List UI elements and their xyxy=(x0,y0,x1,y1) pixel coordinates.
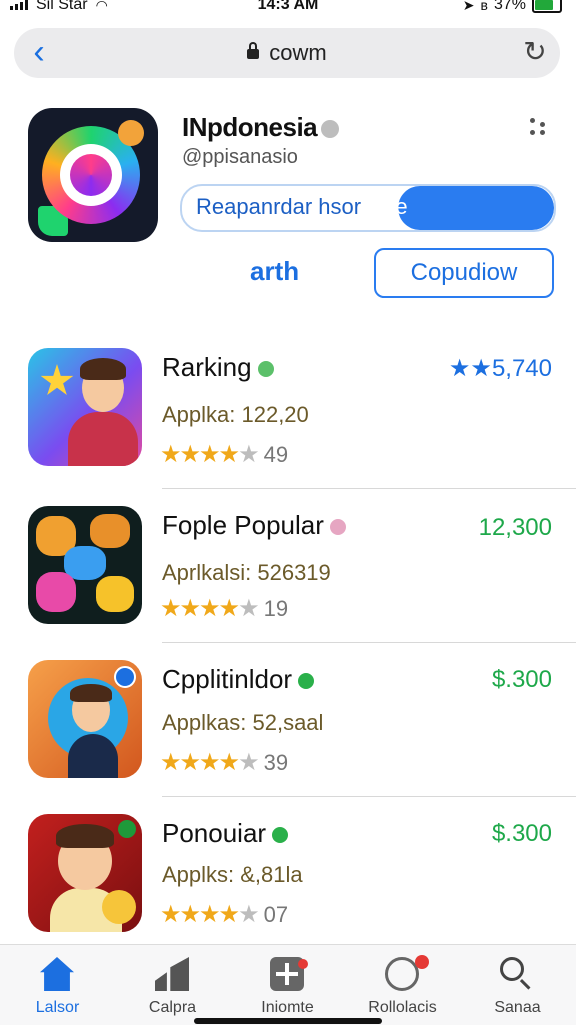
stars-icon: ★★★★★ xyxy=(160,441,260,468)
app-name: Cpplitinldor xyxy=(162,664,315,695)
app-icon xyxy=(28,814,142,932)
outline-button[interactable]: Copudiow xyxy=(374,248,554,298)
app-price: $.300 xyxy=(491,820,552,847)
app-name-text: Fople Popular xyxy=(162,510,324,540)
divider xyxy=(162,796,576,797)
stars-icon: ★★★★★ xyxy=(160,749,260,776)
app-icon xyxy=(28,348,142,466)
app-rating: ★★★★★ 19 xyxy=(160,594,288,623)
tag-icon xyxy=(298,673,315,690)
url-field[interactable]: cowm xyxy=(14,40,560,66)
stars-icon: ★★★★★ xyxy=(160,901,260,928)
lock-icon xyxy=(247,42,260,60)
notification-badge xyxy=(415,955,429,969)
featured-app-icon[interactable] xyxy=(28,108,158,242)
app-meta: Applka: 122,20 xyxy=(162,402,309,427)
tab-label: Sanaa xyxy=(494,999,541,1016)
address-bar[interactable]: ‹ cowm ↻ xyxy=(14,28,560,78)
tab-label: Calpra xyxy=(148,999,197,1016)
battery-percent: 37% xyxy=(493,0,526,13)
app-meta: Aprlkalsi: 526319 xyxy=(162,560,331,585)
app-meta: Applkas: 52,saal xyxy=(162,710,324,735)
rating-count: 49 xyxy=(263,442,289,467)
tab-charts[interactable]: Calpra xyxy=(115,945,230,1025)
notification-dot xyxy=(298,959,308,969)
rating-count: 07 xyxy=(263,902,289,927)
app-icon xyxy=(28,660,142,778)
battery-icon xyxy=(532,0,562,13)
app-name-text: Ponouiar xyxy=(162,818,267,848)
featured-app-developer: @ppisanasio xyxy=(182,146,298,168)
app-rating: ★★★★★ 39 xyxy=(160,748,288,777)
search-icon xyxy=(500,957,524,981)
app-rating: ★★★★★ 07 xyxy=(160,900,288,929)
stars-icon: ★★★★★ xyxy=(160,595,260,622)
more-options-icon[interactable] xyxy=(528,116,550,140)
install-text: Reapanrdar hsor xyxy=(196,194,362,219)
heart-icon xyxy=(329,519,346,536)
app-price: 12,300 xyxy=(478,514,552,541)
rating-count: 39 xyxy=(263,750,289,775)
tab-add[interactable]: Iniomte xyxy=(230,945,345,1025)
app-price: $.300 xyxy=(491,666,552,693)
app-name-text: Rarking xyxy=(162,352,252,382)
globe-icon xyxy=(385,957,419,991)
app-name-text: Cpplitinldor xyxy=(162,664,293,694)
app-meta: Applks: &,81la xyxy=(162,862,303,887)
tab-bar: Lalsor Calpra Iniomte Rollolacis Sanaa xyxy=(0,944,576,1025)
divider xyxy=(162,642,576,643)
app-rating: ★★★★★ 49 xyxy=(160,440,288,469)
app-name: Rarking xyxy=(162,352,274,383)
tag-icon xyxy=(272,827,289,844)
tag-icon xyxy=(257,361,274,378)
featured-app-title: INpdonesia xyxy=(182,112,340,143)
rating-count: 19 xyxy=(263,596,289,621)
verified-icon xyxy=(321,120,340,139)
install-progress-button[interactable]: Reapanrdar hsor asie xyxy=(180,184,556,232)
tab-home[interactable]: Lalsor xyxy=(0,945,115,1025)
app-name: Ponouiar xyxy=(162,818,289,849)
tab-search[interactable]: Sanaa xyxy=(460,945,575,1025)
chart-icon xyxy=(155,957,189,991)
app-icon xyxy=(28,506,142,624)
featured-app-title-text: INpdonesia xyxy=(182,112,318,142)
status-bar: Sil Star ◠ 14:3 AM ➤ ʙ 37% xyxy=(0,0,576,20)
home-icon xyxy=(40,957,74,991)
tab-globe[interactable]: Rollolacis xyxy=(345,945,460,1025)
tab-label: Rollolacis xyxy=(368,999,437,1016)
home-indicator xyxy=(194,1018,382,1024)
tab-label: Iniomte xyxy=(261,999,314,1016)
app-price: ★★5,740 xyxy=(448,355,552,382)
install-text-highlight: asie xyxy=(367,194,408,219)
reload-icon[interactable]: ↻ xyxy=(520,37,550,67)
bluetooth-icon: ʙ xyxy=(480,0,488,13)
divider xyxy=(162,488,576,489)
auth-link[interactable]: arth xyxy=(250,256,299,287)
url-text: cowm xyxy=(269,40,327,65)
app-name: Fople Popular xyxy=(162,510,346,541)
location-icon: ➤ xyxy=(462,0,475,13)
tab-label: Lalsor xyxy=(35,999,80,1016)
